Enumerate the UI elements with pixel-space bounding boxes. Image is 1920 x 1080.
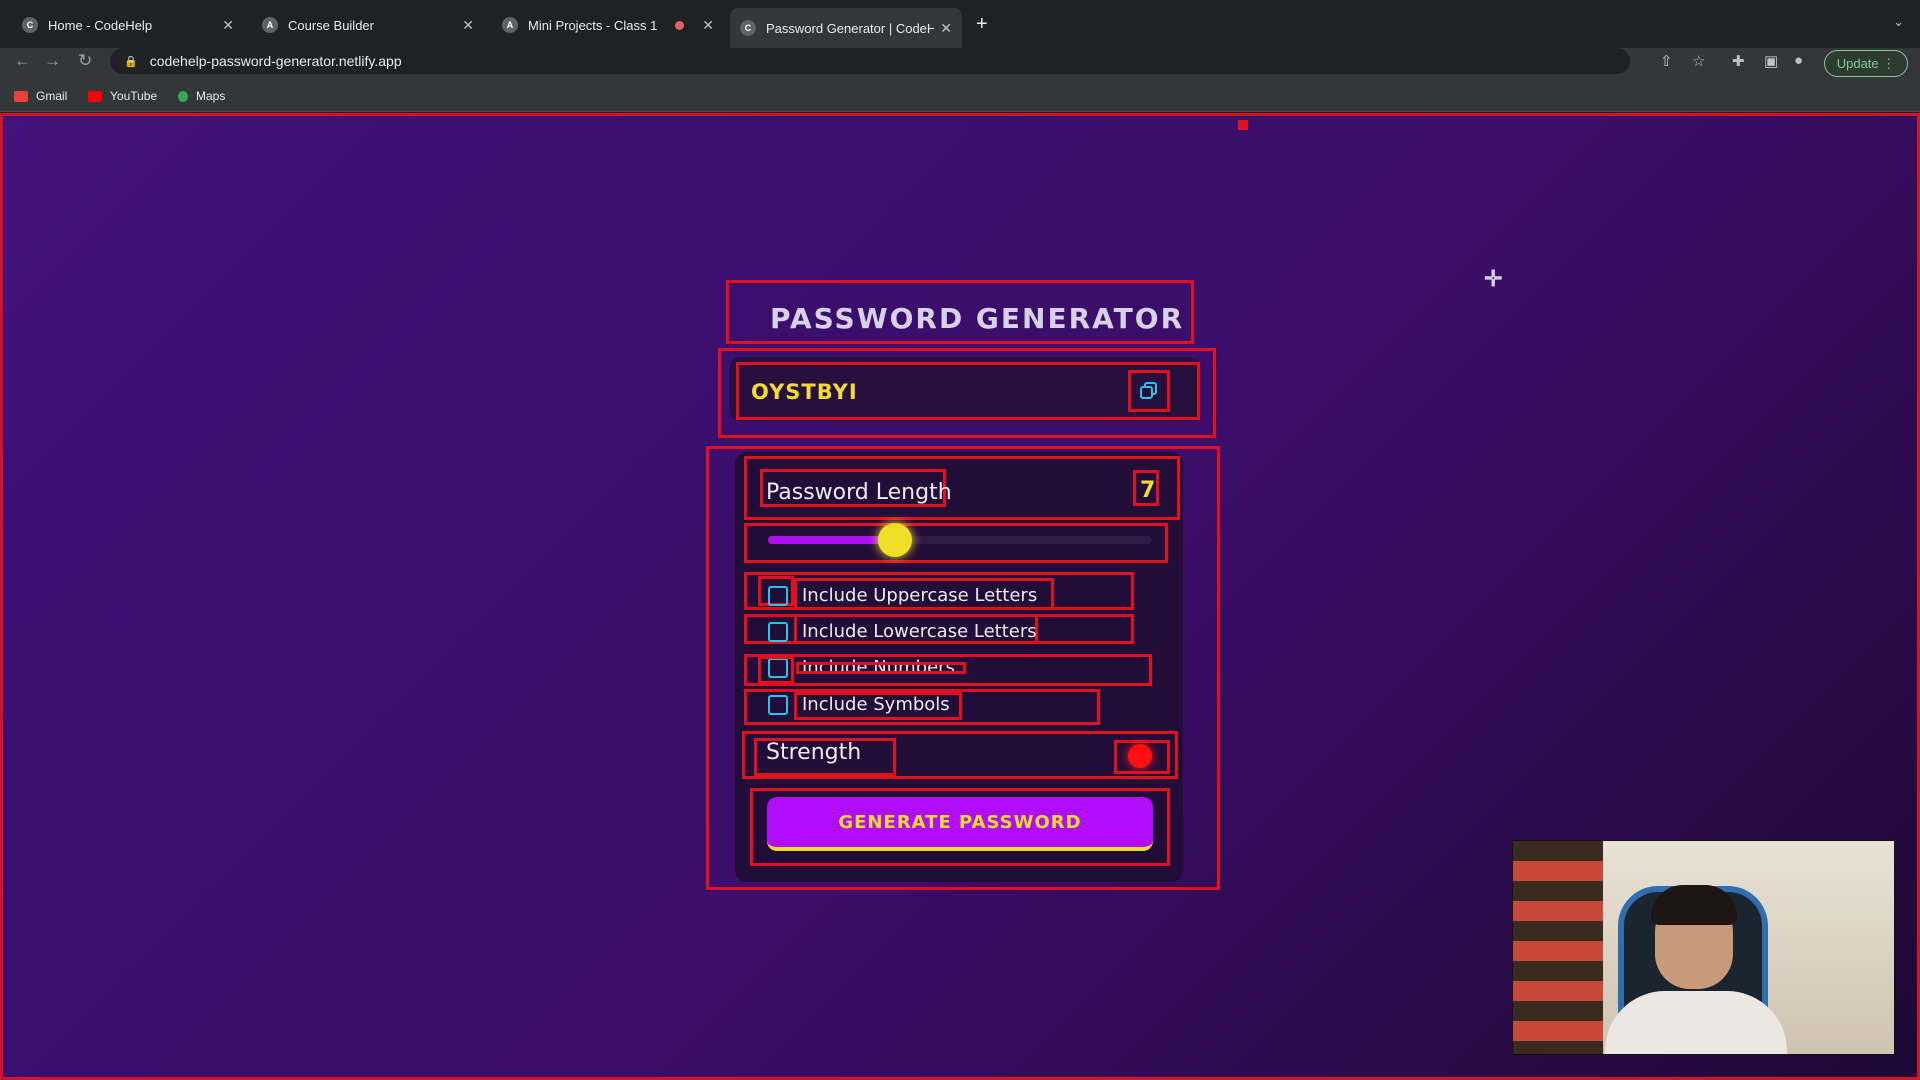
tab-label: Course Builder xyxy=(288,17,374,33)
close-icon[interactable]: ✕ xyxy=(222,17,234,34)
uppercase-option[interactable]: Include Uppercase Letters xyxy=(768,585,1037,606)
copy-icon xyxy=(1140,382,1157,399)
forward-arrow-icon[interactable]: → xyxy=(44,51,61,71)
tab-label: Mini Projects - Class 1 xyxy=(528,17,658,33)
tab-label: Password Generator | CodeHel xyxy=(766,20,935,36)
codehelp-favicon-icon: C xyxy=(22,17,38,33)
lowercase-option[interactable]: Include Lowercase Letters xyxy=(768,621,1037,642)
update-button[interactable]: Update ⋮ xyxy=(1824,50,1908,77)
codehelp-favicon-icon: C xyxy=(740,20,756,36)
url-text: codehelp-password-generator.netlify.app xyxy=(149,53,402,69)
symbols-option[interactable]: Include Symbols xyxy=(768,694,950,715)
bookmarks-bar: Gmail YouTube Maps xyxy=(0,82,1920,112)
share-icon[interactable]: ⇧ xyxy=(1660,52,1673,70)
slider-fill xyxy=(768,536,895,544)
close-icon[interactable]: ✕ xyxy=(702,17,714,34)
update-label: Update xyxy=(1836,56,1879,71)
bookmark-youtube[interactable]: YouTube xyxy=(88,89,157,103)
tab-search-chevron-icon[interactable]: ⌄ xyxy=(1893,14,1904,30)
strength-indicator xyxy=(1128,744,1152,768)
webcam-person-hair xyxy=(1651,885,1737,925)
copy-button[interactable] xyxy=(1128,370,1170,412)
bookmark-label: Maps xyxy=(196,89,226,103)
crosshair-cursor-icon: ✛ xyxy=(1484,266,1503,291)
tab-strip: C Home - CodeHelp ✕ A Course Builder ✕ A… xyxy=(0,0,1920,48)
webcam-person-body xyxy=(1605,991,1787,1054)
numbers-label-outline xyxy=(796,662,966,674)
reload-icon[interactable]: ↻ xyxy=(78,51,92,71)
close-icon[interactable]: ✕ xyxy=(940,20,952,37)
tab-course-builder[interactable]: A Course Builder ✕ xyxy=(252,8,484,42)
overlay-marker xyxy=(1238,120,1248,130)
bookmark-star-icon[interactable]: ☆ xyxy=(1692,52,1705,70)
extensions-puzzle-icon[interactable]: ✚ xyxy=(1732,52,1745,70)
password-length-value: 7 xyxy=(1140,478,1156,503)
side-panel-icon[interactable]: ▣ xyxy=(1764,52,1778,70)
profile-avatar[interactable]: ● xyxy=(1794,52,1803,69)
numbers-box-outline xyxy=(758,656,794,684)
webcam-shelf xyxy=(1513,841,1603,1054)
lowercase-label: Include Lowercase Letters xyxy=(802,621,1037,642)
mini-projects-favicon-icon: A xyxy=(502,17,518,33)
maps-pin-icon xyxy=(178,90,188,102)
recording-indicator-icon xyxy=(675,20,685,30)
lowercase-checkbox[interactable] xyxy=(768,621,788,642)
bookmark-label: YouTube xyxy=(110,89,158,103)
generate-password-button[interactable]: GENERATE PASSWORD xyxy=(767,797,1153,851)
length-slider[interactable] xyxy=(768,523,1152,557)
gmail-icon xyxy=(14,90,28,102)
tab-password-generator[interactable]: C Password Generator | CodeHel ✕ xyxy=(730,8,962,48)
bookmark-maps[interactable]: Maps xyxy=(178,89,225,103)
symbols-checkbox[interactable] xyxy=(768,694,788,715)
generated-password: OYSTBYI xyxy=(751,380,858,404)
password-length-label: Password Length xyxy=(766,480,952,505)
uppercase-checkbox[interactable] xyxy=(768,585,788,606)
page-title: PASSWORD GENERATOR xyxy=(770,302,1185,335)
webcam-overlay xyxy=(1512,840,1895,1055)
symbols-label: Include Symbols xyxy=(802,694,950,715)
back-arrow-icon[interactable]: ← xyxy=(14,51,31,71)
bookmark-label: Gmail xyxy=(36,89,68,103)
address-bar[interactable]: 🔒 codehelp-password-generator.netlify.ap… xyxy=(110,48,1630,74)
tab-mini-projects[interactable]: A Mini Projects - Class 1 ✕ xyxy=(492,8,724,42)
slider-thumb[interactable] xyxy=(877,523,912,557)
close-icon[interactable]: ✕ xyxy=(462,17,474,34)
lock-icon: 🔒 xyxy=(124,55,138,68)
bookmark-gmail[interactable]: Gmail xyxy=(14,89,67,103)
youtube-icon xyxy=(88,90,102,102)
course-builder-favicon-icon: A xyxy=(262,17,278,33)
tab-label: Home - CodeHelp xyxy=(48,17,153,33)
strength-label: Strength xyxy=(766,740,862,765)
new-tab-icon[interactable]: + xyxy=(976,13,988,36)
uppercase-label: Include Uppercase Letters xyxy=(802,585,1038,606)
tab-home-codehelp[interactable]: C Home - CodeHelp ✕ xyxy=(12,8,244,42)
